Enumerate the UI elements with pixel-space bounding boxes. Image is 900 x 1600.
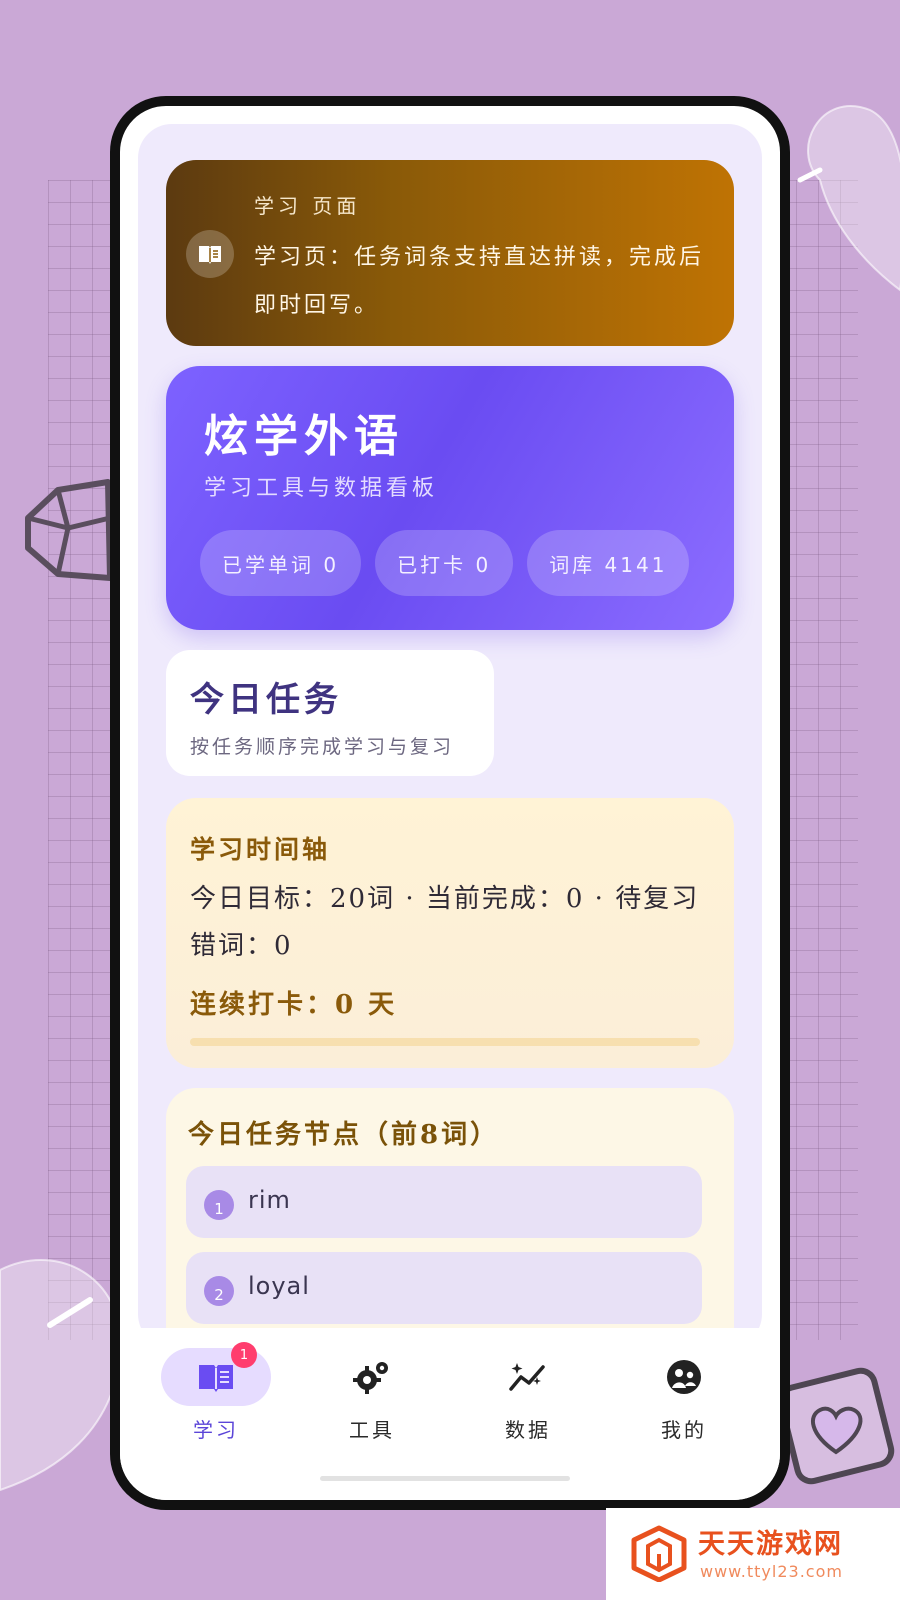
word-bank-stat[interactable]: 词库 4141: [527, 530, 690, 596]
gears-icon: [317, 1348, 427, 1406]
banner-title: 学习 页面: [254, 194, 361, 218]
today-task-card[interactable]: 今日任务 按任务顺序完成学习与复习: [166, 650, 494, 776]
nav-label: 学习: [193, 1418, 239, 1442]
sparkle-chart-icon: [473, 1348, 583, 1406]
home-indicator[interactable]: [320, 1476, 570, 1481]
node-word: rim: [248, 1186, 291, 1214]
nav-tab-tools[interactable]: 工具: [312, 1348, 432, 1448]
checkin-streak: 连续打卡：0 天: [190, 990, 398, 1020]
list-item[interactable]: 1 rim: [186, 1166, 702, 1238]
nav-label: 数据: [505, 1418, 551, 1442]
node-number: 1: [204, 1190, 234, 1220]
study-timeline-card: 学习时间轴 今日目标：20词 · 当前完成：0 · 待复习错词：0 连续打卡：0…: [166, 798, 734, 1068]
nav-tab-study[interactable]: 1 学习: [156, 1342, 276, 1448]
notification-badge: 1: [231, 1342, 257, 1368]
today-task-subtitle: 按任务顺序完成学习与复习: [190, 736, 455, 758]
app-hero-card: 炫学外语 学习工具与数据看板 已学单词 0 已打卡 0 词库 4141: [166, 366, 734, 630]
timeline-title: 学习时间轴: [190, 835, 331, 864]
watermark-logo-icon: [631, 1525, 687, 1582]
watermark-url: www.ttyl23.com: [700, 1562, 843, 1581]
today-task-title: 今日任务: [190, 680, 342, 720]
checkin-stat[interactable]: 已打卡 0: [375, 530, 514, 596]
app-subtitle: 学习工具与数据看板: [204, 476, 439, 501]
banner-description: 学习页：任务词条支持直达拼读，完成后即时回写。: [254, 245, 705, 318]
node-number: 2: [204, 1276, 234, 1306]
watermark-name: 天天游戏网: [698, 1529, 843, 1560]
timeline-progress-track: [190, 1038, 700, 1046]
stats-row: 已学单词 0 已打卡 0 词库 4141: [200, 530, 690, 596]
task-nodes-card: 今日任务节点（前8词） 1 rim 2 loyal: [166, 1088, 734, 1348]
book-icon: 1: [161, 1342, 271, 1406]
app-screen: 学习 页面 学习页：任务词条支持直达拼读，完成后即时回写。 炫学外语 学习工具与…: [138, 124, 762, 1348]
learned-words-stat[interactable]: 已学单词 0: [200, 530, 362, 596]
timeline-summary: 今日目标：20词 · 当前完成：0 · 待复习错词：0: [190, 884, 700, 961]
task-nodes-title: 今日任务节点（前8词）: [188, 1120, 500, 1150]
nav-tab-profile[interactable]: 我的: [624, 1348, 744, 1448]
list-item[interactable]: 2 loyal: [186, 1252, 702, 1324]
nav-label: 工具: [349, 1418, 395, 1442]
profile-icon: [629, 1348, 739, 1406]
book-icon: [186, 230, 234, 278]
site-watermark: 天天游戏网 www.ttyl23.com: [606, 1508, 900, 1600]
nav-label: 我的: [661, 1418, 707, 1442]
glass-heart-decoration: [797, 105, 900, 292]
study-page-banner: 学习 页面 学习页：任务词条支持直达拼读，完成后即时回写。: [166, 160, 734, 346]
nav-tab-data[interactable]: 数据: [468, 1348, 588, 1448]
bottom-nav: 1 学习 工具 数据 我的: [120, 1328, 780, 1500]
node-word: loyal: [248, 1272, 310, 1300]
app-title: 炫学外语: [204, 411, 404, 462]
phone-frame: 学习 页面 学习页：任务词条支持直达拼读，完成后即时回写。 炫学外语 学习工具与…: [110, 96, 790, 1510]
